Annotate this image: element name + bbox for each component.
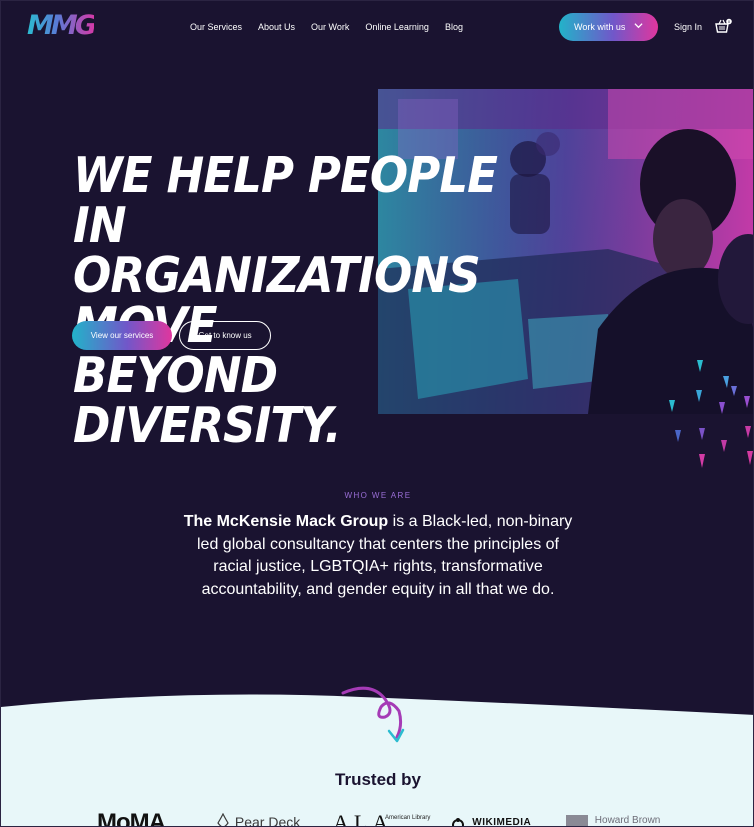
headline-line-3: BEYOND DIVERSITY. <box>73 347 342 454</box>
sign-in-link[interactable]: Sign In <box>674 21 702 33</box>
page: MMG Our Services About Us Our Work Onlin… <box>0 0 754 827</box>
nav-item-online-learning[interactable]: Online Learning <box>365 21 429 33</box>
get-to-know-us-button[interactable]: Get to know us <box>179 321 271 350</box>
howard-brown-icon <box>566 815 588 826</box>
chevron-down-icon <box>634 23 643 29</box>
client-logos: MoMA Pear Deck ALA American Library WIKI… <box>1 809 753 827</box>
pear-deck-logo: Pear Deck <box>215 813 301 827</box>
company-name: The McKensie Mack Group <box>183 513 389 530</box>
pear-icon <box>217 813 229 826</box>
pear-deck-text: Pear Deck <box>234 814 301 827</box>
nav-item-about-us[interactable]: About Us <box>258 21 295 33</box>
mmg-logo[interactable]: MMG <box>27 12 97 40</box>
nav-item-blog[interactable]: Blog <box>445 21 463 33</box>
confetti-decoration <box>669 360 753 468</box>
nav-item-our-work[interactable]: Our Work <box>311 21 349 33</box>
basket-icon[interactable]: 0 <box>714 17 732 35</box>
nav-item-our-services[interactable]: Our Services <box>190 21 242 33</box>
moma-logo: MoMA <box>97 809 166 827</box>
hero-headline: WE HELP PEOPLE IN ORGANIZATIONS MOVE BEY… <box>73 151 533 451</box>
swirl-arrow-decoration <box>341 686 405 743</box>
work-with-us-label: Work with us <box>574 22 626 32</box>
wikimedia-icon <box>452 818 464 826</box>
work-with-us-button[interactable]: Work with us <box>559 13 658 41</box>
howard-brown-text: Howard Brown <box>594 815 661 826</box>
ala-subtext: American Library <box>385 815 431 821</box>
headline-line-1: WE HELP PEOPLE IN <box>73 147 498 254</box>
howard-brown-logo: Howard Brown <box>566 815 661 826</box>
main-nav: Our Services About Us Our Work Online Le… <box>190 21 479 33</box>
about-statement: The McKensie Mack Group is a Black-led, … <box>178 511 578 601</box>
wikimedia-logo: WIKIMEDIA <box>450 817 532 827</box>
trusted-by-heading: Trusted by <box>335 770 421 789</box>
who-we-are-label: WHO WE ARE <box>344 491 412 500</box>
view-services-button[interactable]: View our services <box>72 321 172 350</box>
wikimedia-text: WIKIMEDIA <box>472 817 532 827</box>
